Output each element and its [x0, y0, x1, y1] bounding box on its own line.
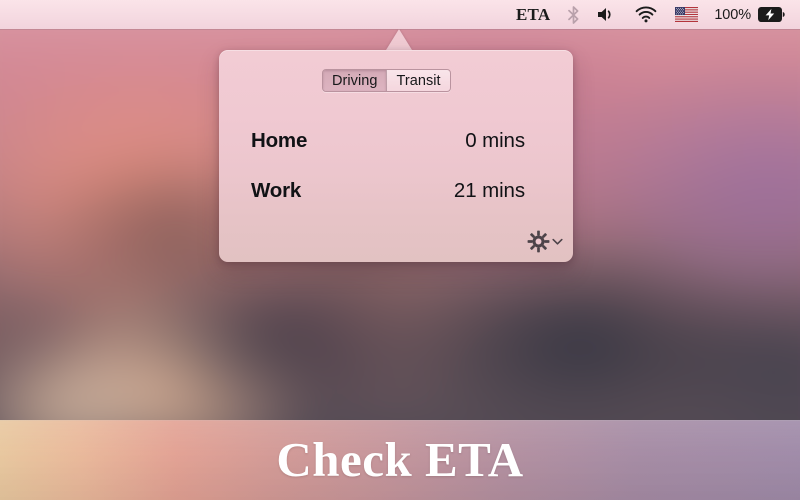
speaker-volume-icon[interactable] [588, 0, 625, 29]
battery-charging-icon[interactable] [755, 0, 791, 29]
wifi-icon[interactable] [625, 0, 667, 29]
mode-segmented-control[interactable]: Driving Transit [322, 69, 451, 92]
desktop-screen: ETA 100% Driving Transit Home 0 mins Wor… [0, 0, 800, 500]
destination-row-work[interactable]: Work 21 mins [219, 174, 573, 208]
destination-label: Work [251, 179, 302, 202]
destination-row-home[interactable]: Home 0 mins [219, 124, 573, 158]
menubar-item-eta[interactable]: ETA [509, 0, 559, 29]
segment-driving[interactable]: Driving [323, 70, 387, 91]
destination-eta: 21 mins [453, 179, 525, 202]
destination-eta: 0 mins [465, 129, 525, 152]
menu-bar: ETA 100% [0, 0, 800, 29]
bluetooth-icon[interactable] [559, 0, 588, 29]
gear-icon[interactable] [527, 230, 550, 253]
segment-transit[interactable]: Transit [386, 70, 450, 91]
panel-notch-arrow [386, 29, 412, 50]
chevron-down-icon[interactable] [551, 235, 564, 248]
panel-body: Driving Transit Home 0 mins Work 21 mins [219, 50, 573, 262]
us-flag-icon[interactable] [667, 0, 706, 29]
banner-caption-text: Check ETA [276, 432, 524, 487]
battery-percent-label[interactable]: 100% [706, 0, 755, 29]
destination-label: Home [251, 129, 308, 152]
bottom-caption-banner: Check ETA [0, 420, 800, 500]
settings-menu-button[interactable] [527, 230, 564, 253]
